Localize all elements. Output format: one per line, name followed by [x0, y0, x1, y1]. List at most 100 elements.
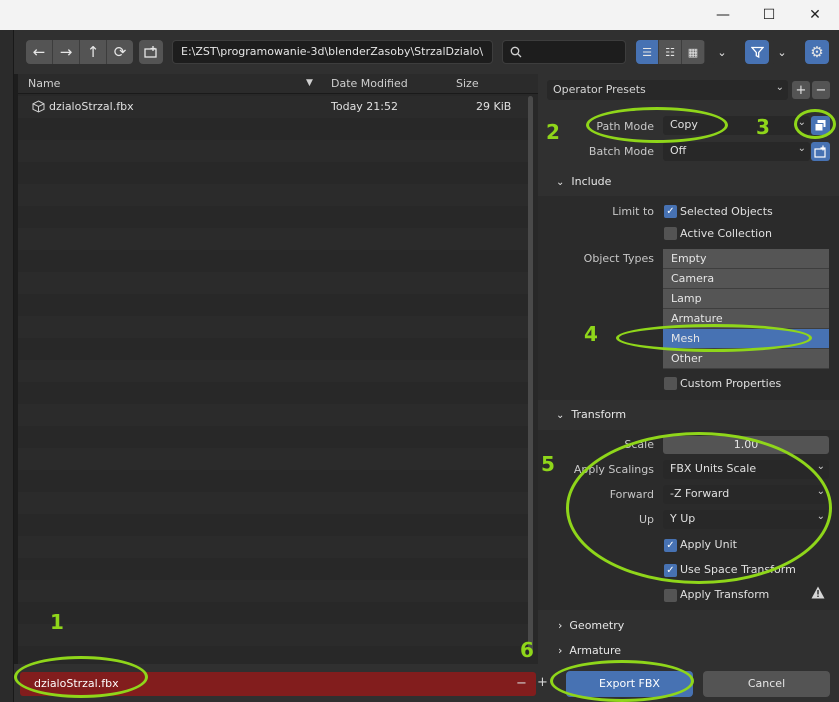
chevron-right-icon: ›	[558, 644, 563, 657]
annotation-ellipse-path-mode	[586, 107, 728, 143]
empty-row	[18, 470, 530, 492]
directory-path-field[interactable]: E:\ZST\programowanie-3d\blenderZasoby\St…	[172, 40, 493, 64]
close-button[interactable]: ✕	[792, 0, 838, 30]
increment-filename-button[interactable]: +	[537, 675, 548, 690]
object-types-label: Object Types	[583, 252, 654, 265]
filter-toggle-button[interactable]	[745, 40, 769, 64]
new-folder-icon	[814, 145, 826, 158]
chevron-down-icon: ⌄	[717, 45, 727, 59]
file-size: 29 KiB	[476, 100, 512, 113]
empty-row	[18, 316, 530, 338]
search-icon	[510, 46, 522, 58]
selected-objects-checkbox[interactable]: ✓	[664, 205, 677, 218]
list-view-icon: ☰	[642, 45, 652, 59]
display-mode-group: ☰ ☷ ▦	[636, 40, 705, 64]
empty-row	[18, 536, 530, 558]
operator-presets-dropdown[interactable]: Operator Presets ⌄	[547, 80, 788, 100]
horizontal-list-view-button[interactable]: ☷	[659, 40, 682, 64]
funnel-icon	[750, 46, 764, 58]
file-list-scrollbar[interactable]	[528, 96, 533, 652]
empty-row	[18, 492, 530, 514]
forward-button[interactable]: →	[53, 40, 80, 64]
annotation-number-1: 1	[50, 610, 64, 634]
selected-objects-label: Selected Objects	[680, 205, 773, 218]
column-name-header[interactable]: Name	[28, 77, 60, 90]
batch-mode-label: Batch Mode	[588, 145, 654, 158]
annotation-ellipse-embed-toggle	[794, 109, 836, 139]
annotation-number-6: 6	[520, 638, 534, 662]
apply-transform-checkbox[interactable]	[664, 589, 677, 602]
annotation-ellipse-export	[550, 660, 694, 702]
empty-row	[18, 250, 530, 272]
chevron-down-icon: ⌄	[797, 143, 806, 154]
mesh-file-icon	[32, 100, 45, 116]
annotation-ellipse-mesh	[616, 324, 812, 352]
annotation-number-2: 2	[546, 120, 560, 144]
new-folder-button[interactable]	[139, 40, 163, 64]
empty-row	[18, 580, 530, 602]
minimize-button[interactable]: —	[700, 0, 746, 30]
maximize-button[interactable]: ☐	[746, 0, 792, 30]
remove-preset-button[interactable]: −	[812, 81, 830, 99]
geometry-title: Geometry	[569, 619, 625, 632]
vertical-list-view-button[interactable]: ☰	[636, 40, 659, 64]
chevron-down-icon: ⌄	[775, 82, 784, 93]
batch-mode-dropdown[interactable]: Off ⌄	[663, 142, 810, 161]
chevron-down-icon: ⌄	[556, 177, 565, 188]
checkmark-icon: ✓	[666, 206, 675, 217]
thumbnail-view-button[interactable]: ▦	[682, 40, 705, 64]
object-type-other[interactable]: Other	[663, 349, 829, 369]
decrement-filename-button[interactable]: −	[516, 676, 527, 691]
batch-mode-value: Off	[670, 144, 687, 157]
object-type-lamp[interactable]: Lamp	[663, 289, 829, 309]
filter-search-field[interactable]	[502, 40, 626, 64]
file-name: dzialoStrzal.fbx	[49, 100, 134, 113]
empty-row	[18, 602, 530, 624]
arrow-right-icon: →	[59, 43, 73, 61]
empty-row	[18, 206, 530, 228]
chevron-down-icon: ⌄	[777, 45, 787, 59]
include-title: Include	[571, 175, 612, 188]
column-header-row: Name ▼ Date Modified Size	[18, 74, 538, 94]
arrow-left-icon: ←	[32, 43, 46, 61]
column-size-header[interactable]: Size	[456, 77, 479, 90]
empty-row	[18, 338, 530, 360]
filter-settings-dropdown[interactable]: ⌄	[771, 40, 793, 64]
file-date: Today 21:52	[331, 100, 399, 113]
file-row[interactable]: dzialoStrzal.fbx Today 21:52 29 KiB	[18, 96, 530, 118]
warning-icon	[811, 586, 825, 602]
object-type-camera[interactable]: Camera	[663, 269, 829, 289]
empty-row	[18, 382, 530, 404]
batch-own-dir-toggle[interactable]	[811, 142, 830, 161]
refresh-icon: ⟳	[113, 43, 127, 61]
display-settings-dropdown[interactable]: ⌄	[711, 40, 733, 64]
sort-triangle-icon: ▼	[306, 78, 313, 88]
thumbnails-icon: ▦	[687, 45, 699, 59]
empty-row	[18, 184, 530, 206]
transform-title: Transform	[571, 408, 627, 421]
include-section-header[interactable]: ⌄ Include	[556, 175, 611, 188]
annotation-number-4: 4	[584, 322, 598, 346]
apply-transform-label: Apply Transform	[680, 588, 770, 601]
custom-properties-label: Custom Properties	[680, 377, 782, 390]
cancel-button[interactable]: Cancel	[703, 671, 830, 697]
parent-directory-button[interactable]: ↑	[80, 40, 107, 64]
object-type-empty[interactable]: Empty	[663, 249, 829, 269]
annotation-number-5: 5	[541, 452, 555, 476]
short-list-icon: ☷	[665, 45, 675, 59]
empty-row	[18, 426, 530, 448]
armature-title: Armature	[569, 644, 622, 657]
settings-button[interactable]: ⚙	[805, 40, 829, 64]
add-preset-button[interactable]: +	[792, 81, 810, 99]
operator-presets-label: Operator Presets	[553, 83, 646, 96]
active-collection-checkbox[interactable]	[664, 227, 677, 240]
armature-section-header[interactable]: › Armature	[558, 644, 621, 657]
transform-section-header[interactable]: ⌄ Transform	[556, 408, 626, 421]
column-date-header[interactable]: Date Modified	[331, 77, 408, 90]
custom-properties-checkbox[interactable]	[664, 377, 677, 390]
refresh-button[interactable]: ⟳	[107, 40, 133, 64]
empty-row	[18, 162, 530, 184]
back-button[interactable]: ←	[26, 40, 53, 64]
geometry-section-header[interactable]: › Geometry	[558, 619, 624, 632]
empty-row	[18, 558, 530, 580]
